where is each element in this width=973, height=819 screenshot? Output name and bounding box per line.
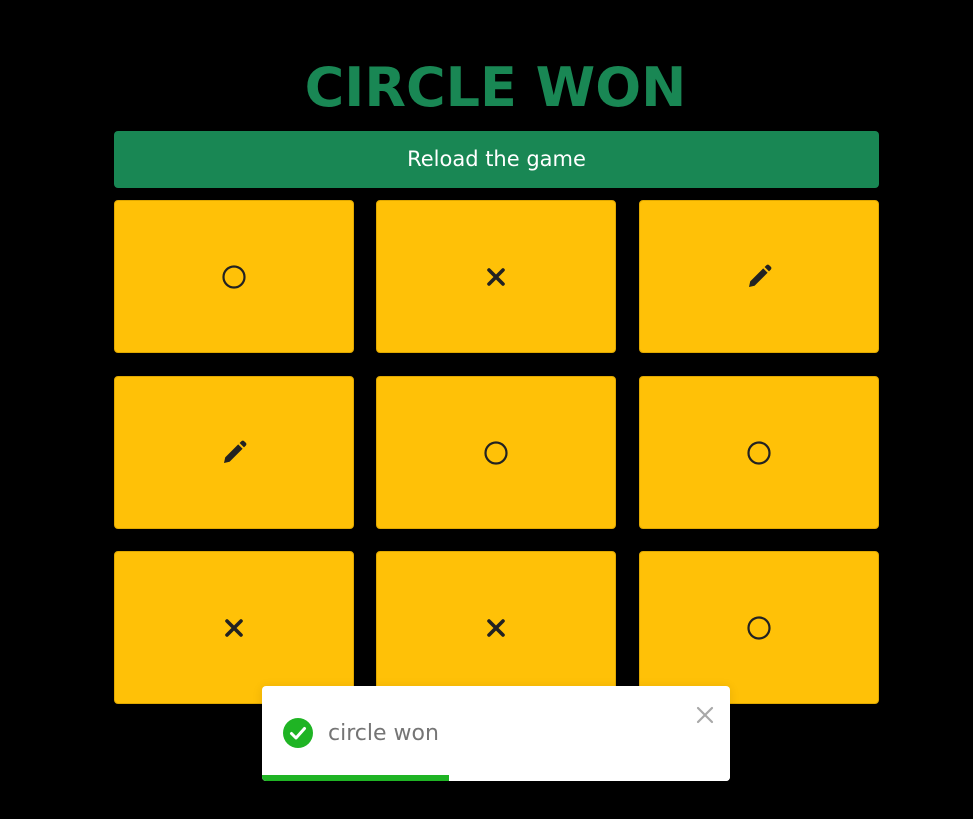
circle-icon (483, 440, 509, 466)
board-cell-1-1[interactable] (114, 200, 354, 353)
board-cell-3-3[interactable] (639, 551, 879, 704)
board-cell-3-2[interactable] (376, 551, 616, 704)
cross-icon (224, 618, 244, 638)
game-status-title: CIRCLE WON (304, 56, 687, 119)
cross-icon (486, 618, 506, 638)
board-cell-2-3[interactable] (639, 376, 879, 529)
board-cell-1-3[interactable] (639, 200, 879, 353)
board-cell-2-2[interactable] (376, 376, 616, 529)
board-cell-3-1[interactable] (114, 551, 354, 704)
pencil-icon (221, 440, 247, 466)
board-cell-1-2[interactable] (376, 200, 616, 353)
toast-progress-track (262, 775, 730, 781)
circle-icon (746, 440, 772, 466)
reload-game-button[interactable]: Reload the game (114, 131, 879, 188)
board-cell-2-1[interactable] (114, 376, 354, 529)
pencil-icon (746, 264, 772, 290)
cross-icon (486, 267, 506, 287)
close-icon[interactable] (696, 706, 714, 724)
toast-progress-bar (262, 775, 450, 781)
circle-icon (221, 264, 247, 290)
check-circle-icon (283, 718, 313, 748)
toast-message: circle won (328, 721, 439, 746)
circle-icon (746, 615, 772, 641)
game-page: CIRCLE WON Reload the game circle won (0, 0, 973, 819)
game-board (114, 200, 879, 704)
toast-notification: circle won (262, 686, 730, 781)
